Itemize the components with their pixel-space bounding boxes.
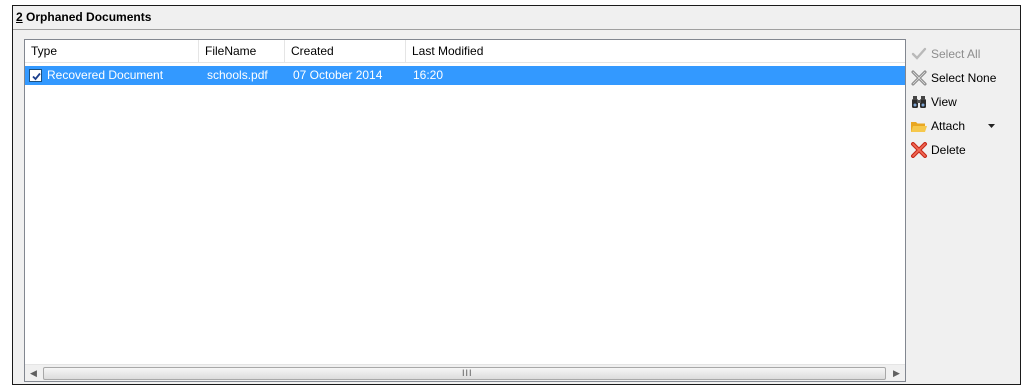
- list-header: Type FileName Created Last Modified: [25, 40, 905, 63]
- cell-created: 07 October 2014: [293, 68, 383, 82]
- row-checkbox[interactable]: [29, 69, 42, 82]
- folder-icon: [911, 122, 927, 132]
- scroll-thumb[interactable]: III: [43, 367, 886, 380]
- binoculars-icon: [912, 96, 926, 108]
- attach-label: Attach: [931, 119, 966, 133]
- scroll-right-arrow-icon[interactable]: ▶: [888, 365, 905, 382]
- column-header-last-modified[interactable]: Last Modified: [406, 40, 905, 63]
- cross-icon: [911, 70, 927, 86]
- delete-x-icon: [911, 142, 927, 158]
- cell-filename: schools.pdf: [207, 68, 268, 82]
- cell-type: Recovered Document: [47, 68, 164, 82]
- panel-title: 2 Orphaned Documents: [16, 10, 151, 24]
- horizontal-scrollbar[interactable]: ◀ III ▶: [25, 364, 905, 381]
- title-divider: [13, 29, 1020, 30]
- column-header-type[interactable]: Type: [25, 40, 199, 63]
- column-header-created[interactable]: Created: [285, 40, 406, 63]
- check-icon: [911, 47, 927, 60]
- orphaned-documents-panel: 2 Orphaned Documents Type FileName Creat…: [12, 5, 1021, 385]
- table-row[interactable]: Recovered Document schools.pdf 07 Octobe…: [25, 66, 905, 85]
- panel-title-text: Orphaned Documents: [26, 10, 152, 24]
- select-none-label: Select None: [931, 71, 997, 85]
- view-label: View: [931, 95, 957, 109]
- select-all-label: Select All: [931, 47, 981, 61]
- grip-icon: III: [462, 368, 473, 378]
- scroll-left-arrow-icon[interactable]: ◀: [25, 365, 42, 382]
- checkmark-icon: [32, 72, 41, 81]
- documents-list[interactable]: Type FileName Created Last Modified Reco…: [24, 39, 906, 382]
- panel-number: 2: [16, 10, 23, 24]
- column-header-filename[interactable]: FileName: [199, 40, 285, 63]
- chevron-down-icon[interactable]: [988, 124, 995, 128]
- delete-label: Delete: [931, 143, 966, 157]
- cell-last-modified: 16:20: [413, 68, 444, 82]
